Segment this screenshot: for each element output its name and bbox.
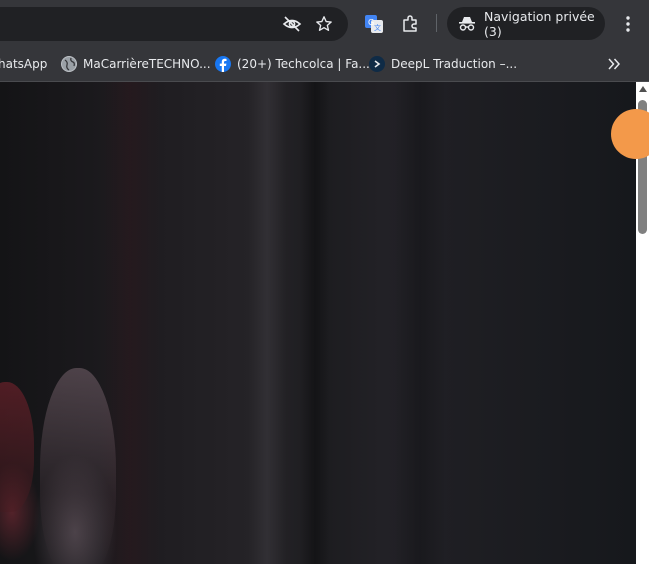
blurred-finger — [0, 382, 34, 512]
eye-slash-icon[interactable] — [278, 10, 306, 38]
bookmark-facebook[interactable]: (20+) Techcolca | Fa... — [215, 54, 370, 74]
browser-toolbar: G文 Navigation privée (3) — [0, 0, 649, 46]
incognito-badge[interactable]: Navigation privée (3) — [447, 7, 605, 40]
background-curtain-stripe — [395, 82, 445, 564]
bookmark-whatsapp[interactable]: hatsApp — [0, 54, 47, 74]
bookmark-label: DeepL Traduction –... — [391, 57, 518, 71]
star-icon[interactable] — [310, 10, 338, 38]
google-translate-icon[interactable]: G文 — [360, 10, 388, 38]
extensions-icon[interactable] — [396, 10, 424, 38]
bookmark-label: hatsApp — [0, 57, 48, 71]
bookmark-deepl[interactable]: DeepL Traduction –... — [369, 54, 517, 74]
globe-icon — [61, 56, 77, 72]
bookmarks-bar: hatsApp MaCarrièreTECHNO... (20+) Techco… — [0, 46, 649, 82]
bookmark-macarriere[interactable]: MaCarrièreTECHNO... — [61, 54, 211, 74]
bookmark-label: (20+) Techcolca | Fa... — [237, 57, 370, 71]
svg-text:文: 文 — [374, 23, 381, 32]
more-vert-icon[interactable] — [614, 10, 642, 38]
chevron-double-right-icon[interactable] — [600, 50, 628, 78]
background-curtain-stripe — [300, 82, 330, 564]
deepl-icon — [369, 56, 385, 72]
toolbar-separator — [436, 14, 437, 32]
scroll-up-arrow-icon[interactable] — [639, 86, 647, 92]
incognito-label: Navigation privée (3) — [484, 8, 595, 39]
background-curtain-stripe — [248, 82, 286, 564]
bookmark-label: MaCarrièreTECHNO... — [83, 57, 211, 71]
video-frame[interactable] — [0, 82, 636, 564]
blurred-finger — [40, 368, 116, 564]
incognito-icon — [458, 16, 476, 32]
facebook-icon — [215, 56, 231, 72]
